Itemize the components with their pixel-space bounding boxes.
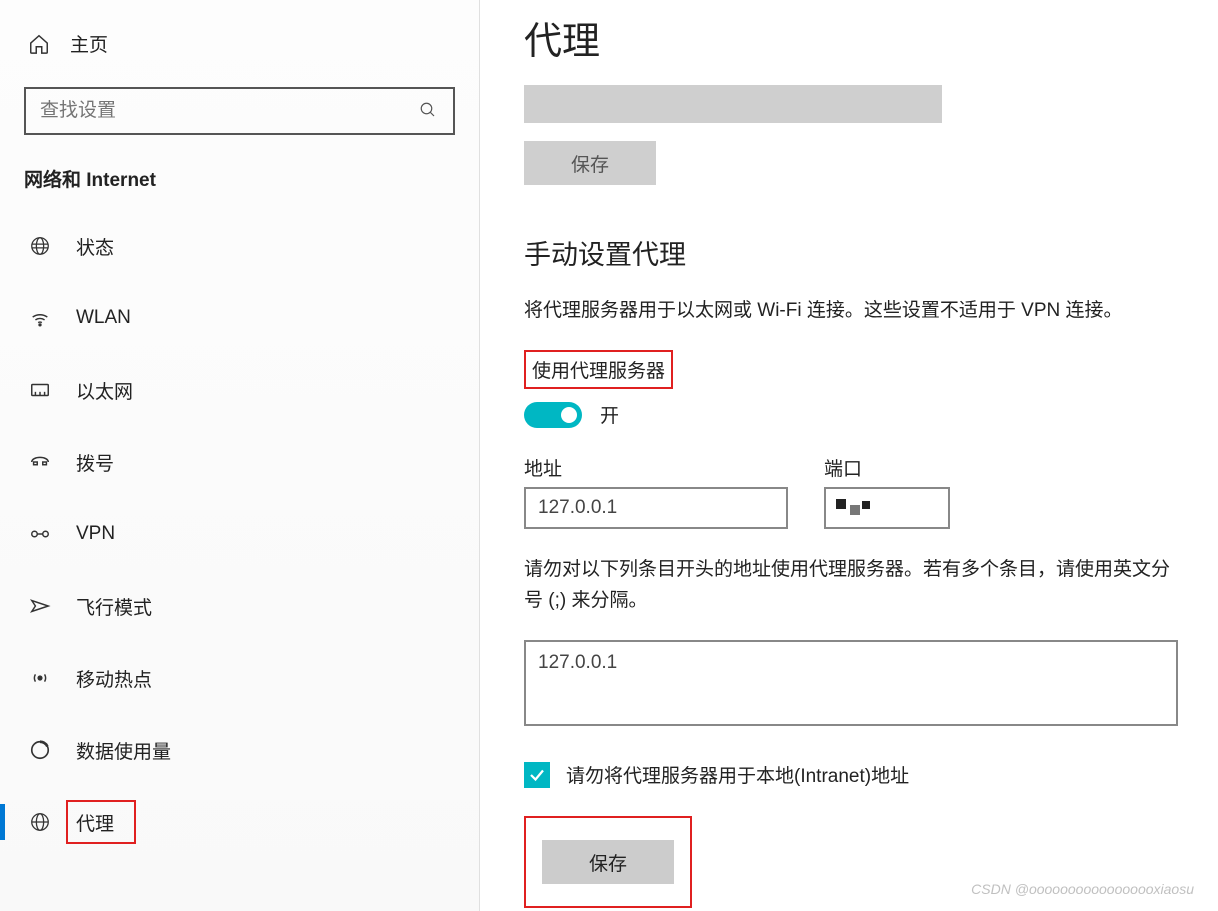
sidebar-item-label: 拨号 xyxy=(76,449,114,476)
search-icon xyxy=(419,101,439,121)
sidebar-item-label: 数据使用量 xyxy=(76,737,171,764)
sidebar-item-label: 以太网 xyxy=(76,377,133,404)
dialup-icon xyxy=(28,450,52,474)
toggle-row: 开 xyxy=(524,401,1178,428)
section-title: 网络和 Internet xyxy=(0,165,479,210)
disabled-input-bar xyxy=(524,85,942,123)
sidebar-item-label: WLAN xyxy=(76,307,131,329)
sidebar-item-label: 移动热点 xyxy=(76,665,152,692)
ethernet-icon xyxy=(28,378,52,402)
sidebar-item-proxy[interactable]: 代理 xyxy=(0,786,479,858)
exclude-textarea[interactable] xyxy=(524,640,1178,726)
sidebar-item-hotspot[interactable]: 移动热点 xyxy=(0,642,479,714)
sidebar-item-vpn[interactable]: VPN xyxy=(0,498,479,570)
manual-proxy-description: 将代理服务器用于以太网或 Wi-Fi 连接。这些设置不适用于 VPN 连接。 xyxy=(524,296,1178,326)
search-box[interactable] xyxy=(24,87,455,135)
sidebar-item-label: VPN xyxy=(76,523,115,545)
port-label: 端口 xyxy=(824,454,950,481)
save-button-bottom[interactable]: 保存 xyxy=(542,840,674,884)
sidebar-item-label: 代理 xyxy=(76,809,114,836)
sidebar-item-datausage[interactable]: 数据使用量 xyxy=(0,714,479,786)
use-proxy-toggle[interactable] xyxy=(524,402,582,428)
sidebar-item-label: 状态 xyxy=(76,233,114,260)
address-group: 地址 xyxy=(524,454,788,529)
intranet-checkbox-row: 请勿将代理服务器用于本地(Intranet)地址 xyxy=(524,761,1178,788)
sidebar-item-wlan[interactable]: WLAN xyxy=(0,282,479,354)
use-proxy-label: 使用代理服务器 xyxy=(532,356,665,383)
sidebar-item-status[interactable]: 状态 xyxy=(0,210,479,282)
port-group: 端口 xyxy=(824,454,950,529)
airplane-icon xyxy=(28,594,52,618)
home-row[interactable]: 主页 xyxy=(0,20,479,81)
main-content: 代理 保存 手动设置代理 将代理服务器用于以太网或 Wi-Fi 连接。这些设置不… xyxy=(480,0,1218,911)
hotspot-icon xyxy=(28,666,52,690)
save-button-top[interactable]: 保存 xyxy=(524,141,656,185)
sidebar-item-ethernet[interactable]: 以太网 xyxy=(0,354,479,426)
home-icon xyxy=(28,33,50,55)
redacted-port xyxy=(834,495,882,521)
vpn-icon xyxy=(28,522,52,546)
watermark: CSDN @ooooooooooooooooxiaosu xyxy=(971,881,1194,897)
proxy-icon xyxy=(28,810,52,834)
toggle-state-label: 开 xyxy=(600,401,619,428)
globe-icon xyxy=(28,234,52,258)
home-label: 主页 xyxy=(70,30,108,57)
highlight-box: 保存 xyxy=(524,816,692,908)
sidebar-item-label: 飞行模式 xyxy=(76,593,152,620)
wifi-icon xyxy=(28,306,52,330)
address-input[interactable] xyxy=(524,487,788,529)
exclude-description: 请勿对以下列条目开头的地址使用代理服务器。若有多个条目，请使用英文分号 (;) … xyxy=(524,555,1178,616)
highlight-box: 使用代理服务器 xyxy=(524,350,673,389)
intranet-checkbox[interactable] xyxy=(524,762,550,788)
address-label: 地址 xyxy=(524,454,788,481)
search-input[interactable] xyxy=(40,100,419,122)
page-title: 代理 xyxy=(524,10,1178,65)
manual-proxy-heading: 手动设置代理 xyxy=(524,233,1178,272)
intranet-checkbox-label: 请勿将代理服务器用于本地(Intranet)地址 xyxy=(566,761,909,788)
address-port-row: 地址 端口 xyxy=(524,454,1178,529)
sidebar: 主页 网络和 Internet 状态 WLAN 以太网 拨号 xyxy=(0,0,480,911)
toggle-knob xyxy=(561,407,577,423)
sidebar-item-dialup[interactable]: 拨号 xyxy=(0,426,479,498)
sidebar-item-airplane[interactable]: 飞行模式 xyxy=(0,570,479,642)
data-usage-icon xyxy=(28,738,52,762)
